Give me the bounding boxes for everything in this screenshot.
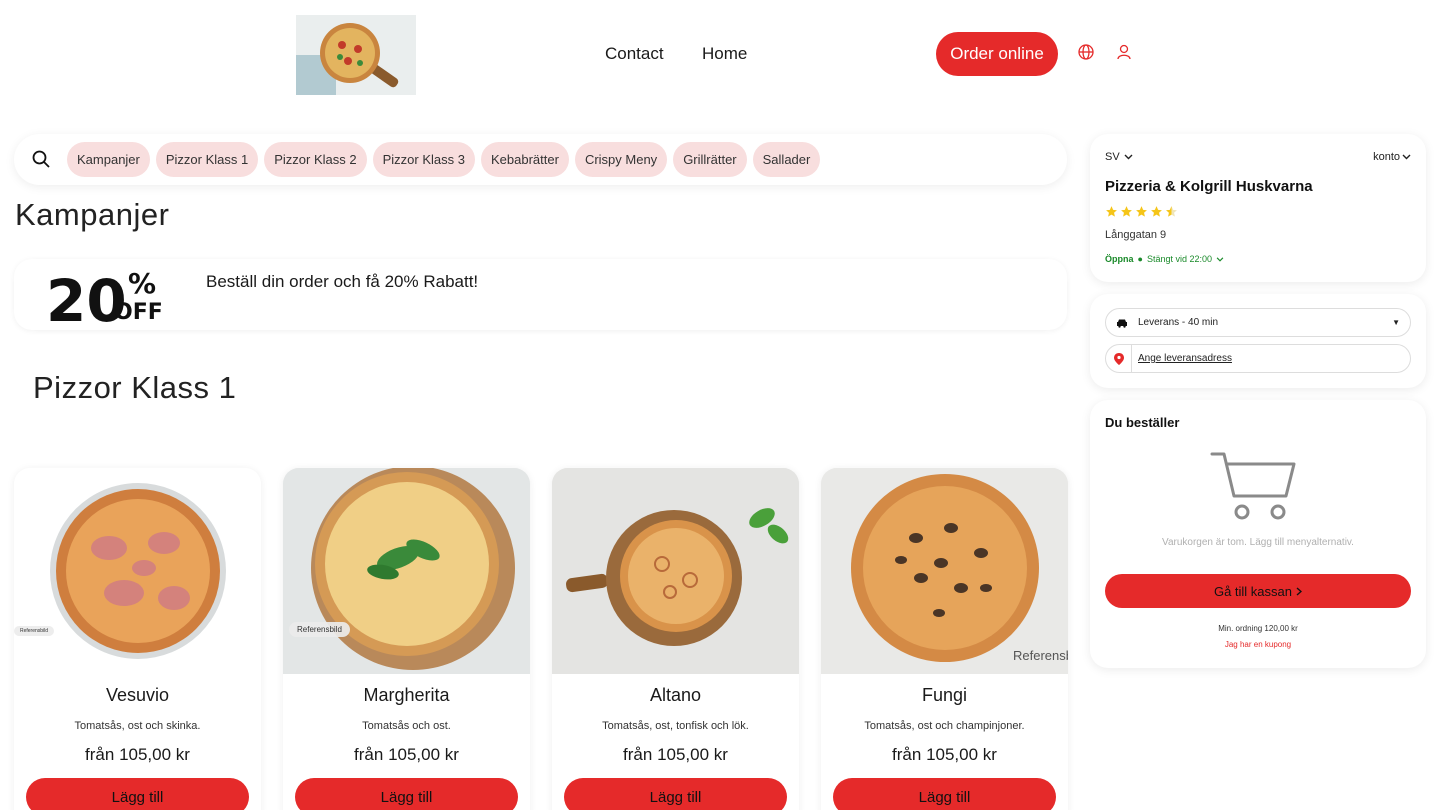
nav-contact[interactable]: Contact	[605, 44, 664, 64]
restaurant-address: Långgatan 9	[1105, 229, 1167, 241]
cart-panel: Du beställer Varukorgen är tom. Lägg til…	[1090, 400, 1426, 668]
product-image: Referensbild	[14, 468, 261, 674]
restaurant-name: Pizzeria & Kolgrill Huskvarna	[1105, 178, 1313, 195]
restaurant-info-panel: SV konto Pizzeria & Kolgrill Huskvarna L…	[1090, 134, 1426, 282]
chevron-down-icon	[1124, 154, 1133, 160]
opening-hours[interactable]: Öppna ● Stängt vid 22:00	[1105, 254, 1224, 264]
delivery-address-placeholder: Ange leveransadress	[1138, 353, 1232, 364]
add-to-cart-button[interactable]: Lägg till	[564, 778, 787, 810]
discount-graphic: 20 % OFF	[46, 267, 163, 323]
product-price: från 105,00 kr	[623, 745, 728, 764]
product-name: Margherita	[363, 685, 450, 705]
add-to-cart-button[interactable]: Lägg till	[26, 778, 249, 810]
reference-label: Referensbild	[1013, 648, 1068, 663]
shopping-cart-icon	[1210, 452, 1296, 520]
globe-icon[interactable]	[1077, 43, 1095, 61]
add-to-cart-button[interactable]: Lägg till	[833, 778, 1056, 810]
product-price: från 105,00 kr	[85, 745, 190, 764]
discount-percent: %	[128, 267, 156, 300]
product-image: Referensbild	[821, 468, 1068, 674]
product-name: Vesuvio	[105, 685, 170, 705]
order-online-button[interactable]: Order online	[936, 32, 1058, 76]
discount-off: OFF	[114, 300, 163, 323]
star-icon	[1106, 206, 1117, 217]
category-kebabratter[interactable]: Kebabrätter	[481, 142, 569, 177]
checkout-label: Gå till kassan	[1213, 583, 1293, 599]
search-icon[interactable]	[31, 149, 51, 169]
product-card[interactable]: Referensbild Vesuvio Tomatsås, ost och s…	[14, 468, 261, 810]
delivery-mode-select[interactable]: Leverans - 40 min ▼	[1105, 308, 1411, 337]
location-pin-icon	[1106, 345, 1132, 372]
dot-separator-icon: ●	[1137, 254, 1143, 264]
product-name: Fungi	[921, 685, 968, 705]
coupon-link[interactable]: Jag har en kupong	[1090, 640, 1426, 649]
account-select[interactable]: konto	[1373, 151, 1411, 163]
product-card[interactable]: Referensbild Margherita Tomatsås och ost…	[283, 468, 530, 810]
logo[interactable]	[296, 15, 416, 95]
reference-label: Referensbild	[289, 622, 350, 637]
star-icon	[1151, 206, 1162, 217]
language-select[interactable]: SV	[1105, 151, 1133, 163]
closing-time: Stängt vid 22:00	[1146, 254, 1212, 264]
product-description: Tomatsås, ost, tonfisk och lök.	[602, 720, 749, 732]
delivery-panel: Leverans - 40 min ▼ Ange leveransadress	[1090, 294, 1426, 388]
product-description: Tomatsås, ost och skinka.	[74, 720, 201, 732]
cart-empty-message: Varukorgen är tom. Lägg till menyalterna…	[1162, 537, 1354, 548]
user-icon[interactable]	[1115, 43, 1133, 61]
star-icon	[1121, 206, 1132, 217]
chevron-down-icon	[1216, 256, 1224, 262]
category-crispy-meny[interactable]: Crispy Meny	[574, 142, 668, 177]
category-sallader[interactable]: Sallader	[752, 142, 821, 177]
product-price: från 105,00 kr	[892, 745, 997, 764]
rating-stars	[1105, 205, 1178, 218]
car-icon	[1117, 319, 1127, 328]
chevron-down-icon	[1402, 154, 1411, 160]
category-list: Kampanjer Pizzor Klass 1 Pizzor Klass 2 …	[67, 142, 821, 177]
open-status: Öppna	[1105, 254, 1134, 264]
star-icon	[1136, 206, 1147, 217]
delivery-mode-label: Leverans - 40 min	[1138, 317, 1219, 328]
product-card[interactable]: Referensbild Fungi Tomatsås, ost och cha…	[821, 468, 1068, 810]
product-card[interactable]: Altano Tomatsås, ost, tonfisk och lök. f…	[552, 468, 799, 810]
language-label: SV	[1105, 151, 1120, 163]
menu-section-title: Pizzor Klass 1	[33, 370, 237, 405]
category-pizzor-klass-3[interactable]: Pizzor Klass 3	[372, 142, 475, 177]
caret-down-icon: ▼	[1392, 318, 1400, 327]
campaign-banner[interactable]: 20 % OFF Beställ din order och få 20% Ra…	[14, 259, 1067, 330]
product-description: Tomatsås och ost.	[362, 720, 451, 732]
category-grillratter[interactable]: Grillrätter	[673, 142, 747, 177]
category-pizzor-klass-1[interactable]: Pizzor Klass 1	[155, 142, 259, 177]
category-bar: Kampanjer Pizzor Klass 1 Pizzor Klass 2 …	[14, 134, 1067, 185]
product-image: Referensbild	[283, 468, 530, 674]
site-header: Contact Home Order online	[0, 0, 1440, 110]
half-star-icon	[1166, 206, 1177, 217]
product-price: från 105,00 kr	[354, 745, 459, 764]
campaign-text: Beställ din order och få 20% Rabatt!	[206, 272, 479, 291]
campaign-section-title: Kampanjer	[15, 197, 170, 232]
min-order-text: Min. ordning 120,00 kr	[1218, 624, 1298, 633]
chevron-right-icon	[1296, 586, 1303, 596]
reference-label: Referensbild	[14, 626, 55, 636]
product-image	[552, 468, 799, 674]
category-kampanjer[interactable]: Kampanjer	[67, 142, 150, 177]
product-description: Tomatsås, ost och champinjoner.	[864, 720, 1025, 732]
product-name: Altano	[649, 685, 702, 705]
account-label: konto	[1373, 151, 1400, 163]
add-to-cart-button[interactable]: Lägg till	[295, 778, 518, 810]
checkout-button[interactable]: Gå till kassan	[1105, 574, 1411, 608]
delivery-address-field[interactable]: Ange leveransadress	[1105, 344, 1411, 373]
nav-home[interactable]: Home	[702, 44, 747, 64]
category-pizzor-klass-2[interactable]: Pizzor Klass 2	[264, 142, 367, 177]
cart-title: Du beställer	[1105, 415, 1180, 430]
